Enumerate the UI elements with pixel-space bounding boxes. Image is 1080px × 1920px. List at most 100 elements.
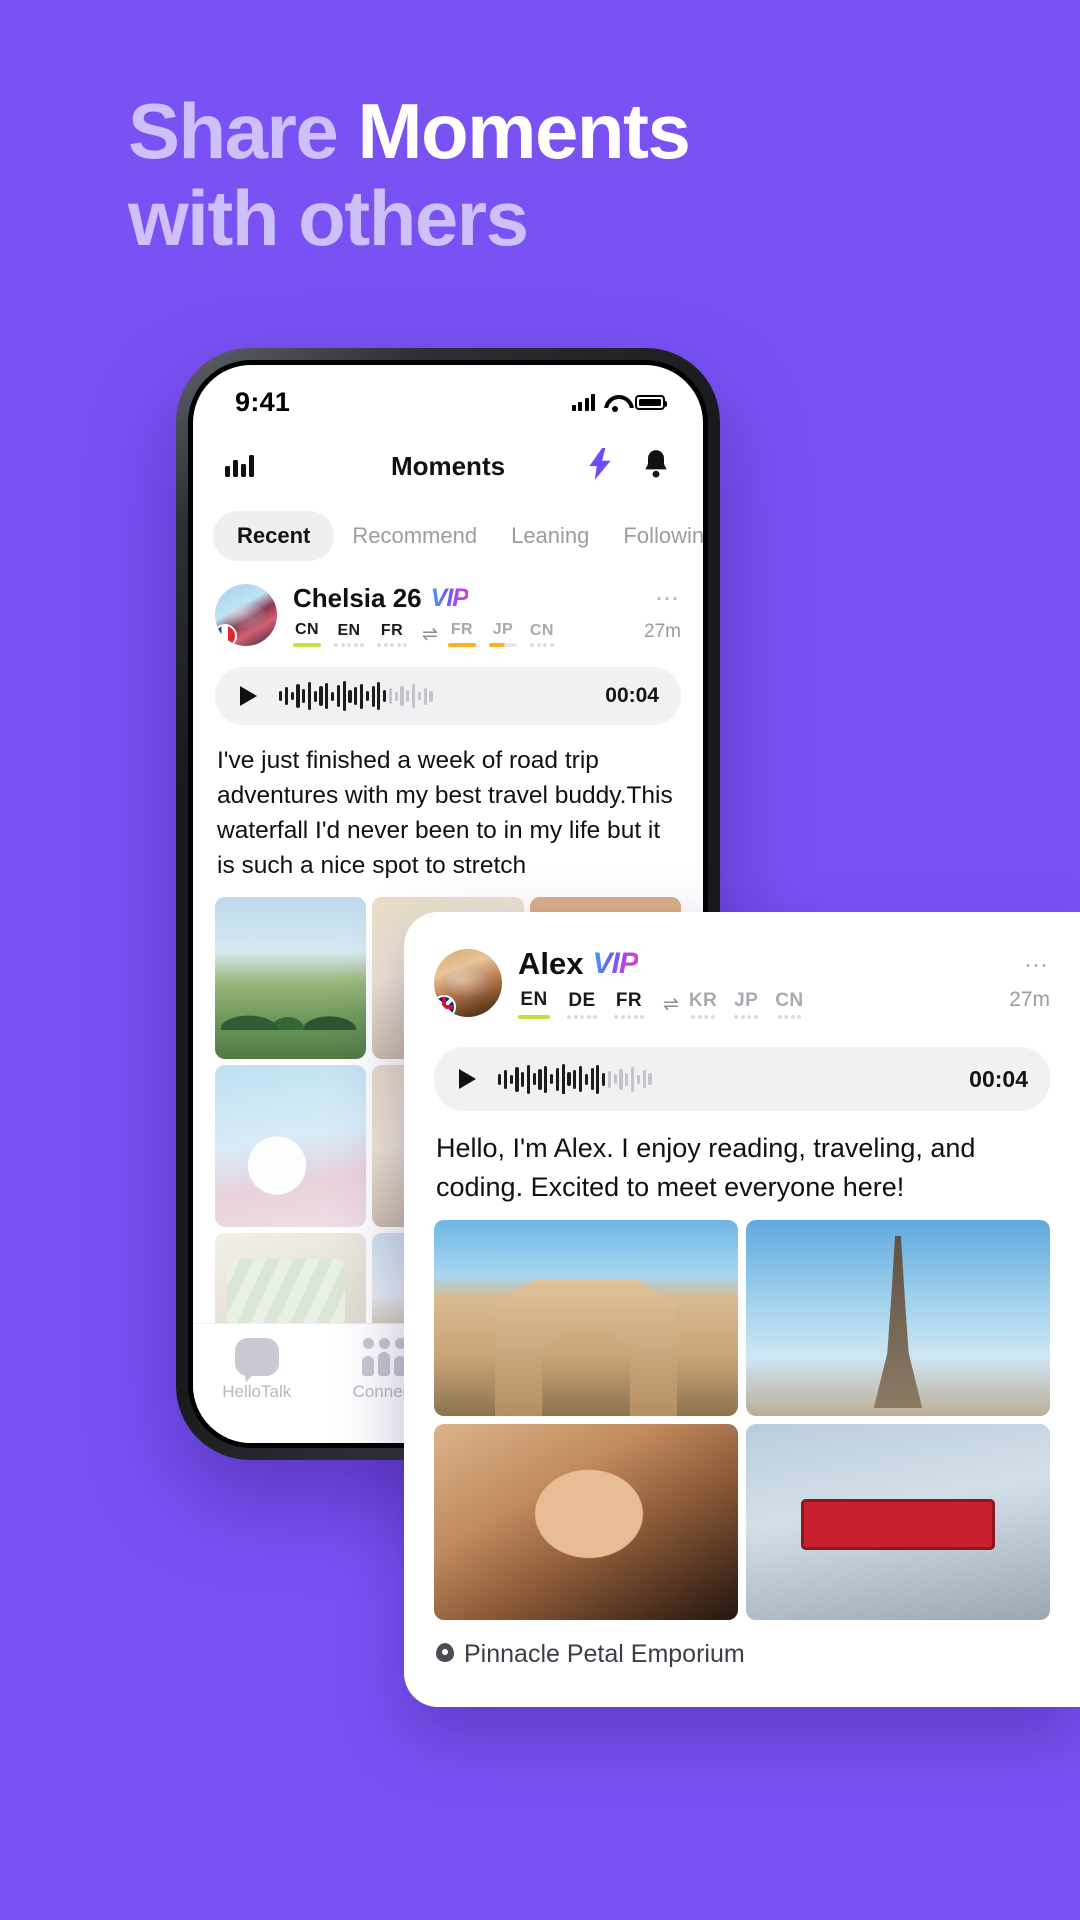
lang-code: DE bbox=[568, 989, 596, 1011]
card-name-line: Alex VIP bbox=[518, 946, 1009, 982]
native-lang-0: EN bbox=[518, 989, 550, 1019]
photo-metro-sign[interactable]: METRO bbox=[746, 1424, 1050, 1621]
native-lang-2: FR bbox=[614, 990, 644, 1019]
location-pin-icon bbox=[436, 1642, 454, 1667]
learning-lang-0: FR bbox=[447, 621, 476, 647]
lang-level-dots bbox=[777, 1014, 802, 1019]
tab-following[interactable]: Following bbox=[607, 511, 703, 561]
lang-level-bar bbox=[447, 643, 476, 647]
avatar[interactable] bbox=[434, 948, 502, 1017]
page-headline: Share Moments with others bbox=[128, 87, 988, 263]
audio-waveform bbox=[498, 1064, 957, 1094]
card-photo-grid: METRO bbox=[434, 1220, 1050, 1621]
uk-flag-icon bbox=[434, 994, 456, 1017]
learning-lang-1: JP bbox=[488, 621, 517, 647]
post-header: Chelsia 26 VIP CN EN FR ⇌ FR JP CN ⋯ 27m bbox=[215, 575, 681, 653]
audio-duration: 00:04 bbox=[969, 1065, 1028, 1092]
lang-level-bar bbox=[518, 1015, 550, 1019]
card-location[interactable]: Pinnacle Petal Emporium bbox=[434, 1620, 1050, 1673]
lang-level-dots bbox=[691, 1014, 715, 1019]
lang-code: FR bbox=[615, 989, 643, 1011]
floating-moment-card: Alex VIP EN DE FR ⇌ KR JP CN ⋯ 27m 00:04… bbox=[404, 912, 1080, 1708]
lightning-bolt-icon[interactable] bbox=[587, 447, 613, 485]
card-text: Hello, I'm Alex. I enjoy reading, travel… bbox=[436, 1133, 976, 1202]
lang-code: KR bbox=[688, 989, 718, 1011]
audio-waveform bbox=[279, 681, 593, 711]
photo-cherry-blossom-bear[interactable] bbox=[215, 1065, 367, 1228]
native-lang-2: FR bbox=[377, 622, 407, 647]
learning-lang-0: KR bbox=[689, 990, 717, 1019]
headline-light-part: Share bbox=[128, 87, 358, 175]
card-user-info: Alex VIP EN DE FR ⇌ KR JP CN bbox=[518, 946, 1009, 1019]
photo-smiling-woman[interactable] bbox=[434, 1424, 738, 1621]
location-label: Pinnacle Petal Emporium bbox=[464, 1640, 745, 1669]
photo-arc-de-triomphe[interactable] bbox=[434, 1220, 738, 1417]
cellular-signal-icon bbox=[571, 393, 595, 411]
lang-level-bar bbox=[293, 643, 321, 647]
lang-level-dots bbox=[334, 642, 364, 647]
card-header: Alex VIP EN DE FR ⇌ KR JP CN ⋯ 27m bbox=[434, 938, 1050, 1025]
learning-lang-2: CN bbox=[530, 622, 554, 647]
language-swap-icon: ⇌ bbox=[422, 623, 438, 645]
lang-code: FR bbox=[450, 621, 473, 638]
post-meta: ⋯ 27m bbox=[644, 587, 681, 643]
tab-recommend[interactable]: Recommend bbox=[336, 511, 493, 561]
card-username: Alex bbox=[518, 946, 584, 981]
lang-level-bar bbox=[488, 643, 517, 647]
status-time: 9:41 bbox=[235, 386, 291, 417]
native-lang-1: EN bbox=[334, 622, 364, 647]
post-user-info: Chelsia 26 VIP CN EN FR ⇌ FR JP CN bbox=[293, 583, 644, 647]
chat-bubble-icon bbox=[234, 1338, 279, 1376]
audio-duration: 00:04 bbox=[605, 684, 659, 707]
status-bar: 9:41 bbox=[193, 365, 703, 429]
language-swap-icon: ⇌ bbox=[663, 993, 679, 1015]
lang-code: JP bbox=[734, 989, 759, 1011]
photo-field-landscape[interactable] bbox=[215, 897, 367, 1060]
app-navbar: Moments bbox=[193, 429, 703, 503]
vip-badge: VIP bbox=[592, 947, 638, 980]
wifi-icon bbox=[604, 394, 626, 412]
post-username: Chelsia 26 bbox=[293, 583, 422, 613]
photo-eiffel-tower[interactable] bbox=[746, 1220, 1050, 1417]
lang-code: EN bbox=[337, 621, 361, 639]
france-flag-icon bbox=[215, 624, 237, 646]
lang-level-dots bbox=[567, 1014, 597, 1019]
learning-lang-2: CN bbox=[775, 990, 803, 1019]
feed-tabs: Recent Recommend Leaning Following bbox=[193, 503, 703, 575]
headline-line-2: with others bbox=[128, 174, 529, 263]
lang-level-dots bbox=[377, 642, 407, 647]
lang-code: CN bbox=[295, 621, 319, 638]
post-timestamp: 27m bbox=[644, 621, 681, 642]
language-badges: EN DE FR ⇌ KR JP CN bbox=[518, 989, 1009, 1019]
headline-strong-part: Moments bbox=[357, 87, 690, 175]
learning-lang-1: JP bbox=[734, 990, 758, 1019]
lang-code: CN bbox=[775, 989, 804, 1011]
tab-leaning[interactable]: Leaning bbox=[495, 511, 605, 561]
lang-code: JP bbox=[492, 621, 514, 638]
card-meta: ⋯ 27m bbox=[1009, 953, 1050, 1012]
avatar[interactable] bbox=[215, 584, 277, 646]
post-name-line: Chelsia 26 VIP bbox=[293, 583, 644, 614]
metro-sign-text: METRO bbox=[862, 1510, 934, 1530]
native-lang-0: CN bbox=[293, 621, 321, 647]
lang-code: CN bbox=[529, 621, 554, 639]
vip-badge: VIP bbox=[430, 584, 469, 612]
bar-chart-icon[interactable] bbox=[225, 455, 254, 477]
lang-level-dots bbox=[530, 642, 554, 647]
notification-bell-icon[interactable] bbox=[641, 448, 671, 485]
voice-message-player[interactable]: 00:04 bbox=[215, 667, 681, 725]
tab-recent[interactable]: Recent bbox=[213, 511, 335, 561]
navbar-actions bbox=[587, 447, 671, 485]
more-options-icon[interactable]: ⋯ bbox=[1009, 953, 1050, 978]
play-icon[interactable] bbox=[448, 1060, 486, 1098]
card-timestamp: 27m bbox=[1009, 987, 1050, 1011]
bottom-nav-hellotalk[interactable]: HelloTalk bbox=[193, 1338, 321, 1443]
voice-message-player[interactable]: 00:04 bbox=[434, 1047, 1050, 1111]
more-options-icon[interactable]: ⋯ bbox=[644, 587, 681, 611]
language-badges: CN EN FR ⇌ FR JP CN bbox=[293, 621, 644, 647]
status-icons bbox=[571, 393, 668, 412]
lang-level-dots bbox=[614, 1014, 644, 1019]
people-group-icon bbox=[361, 1338, 407, 1376]
play-icon[interactable] bbox=[229, 677, 267, 715]
lang-level-dots bbox=[734, 1014, 758, 1019]
